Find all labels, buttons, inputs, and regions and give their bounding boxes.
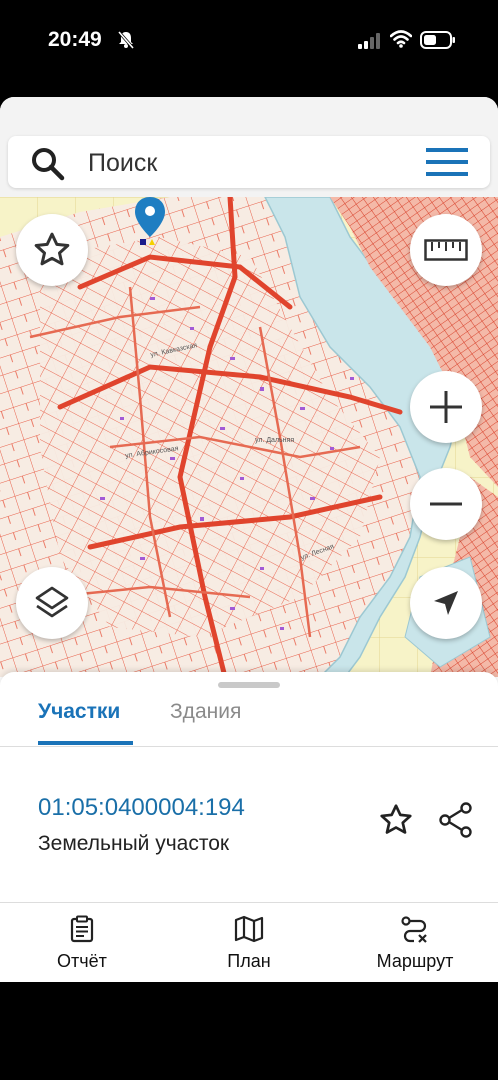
- layers-button[interactable]: [16, 567, 88, 639]
- tab-bar: Участки Здания: [0, 694, 498, 747]
- street-label: ул. Дальняя: [255, 437, 295, 444]
- search-icon[interactable]: [30, 146, 66, 182]
- status-bar: 20:49: [0, 0, 498, 80]
- tab-buildings[interactable]: Здания: [170, 700, 241, 724]
- navigation-arrow-icon: [434, 591, 458, 615]
- app-window: ул. Кавказская ул. Абрикосовая ул. Дальн…: [0, 97, 498, 982]
- plus-icon: [430, 391, 462, 423]
- bottom-navigation: Отчёт План Маршрут: [0, 907, 498, 982]
- route-icon: [401, 916, 427, 943]
- nav-report[interactable]: Отчёт: [22, 915, 142, 972]
- report-icon: [70, 915, 94, 943]
- ruler-icon: [424, 239, 468, 261]
- map-view[interactable]: ул. Кавказская ул. Абрикосовая ул. Дальн…: [0, 197, 498, 677]
- signal-icon: [358, 33, 380, 49]
- minus-icon: [430, 502, 462, 506]
- parcel-list-item[interactable]: 01:05:0400004:194 Земельный участок: [0, 752, 498, 902]
- nav-plan-label: План: [227, 951, 271, 971]
- star-icon: [34, 232, 70, 266]
- layers-icon: [35, 586, 69, 618]
- nav-route[interactable]: Маршрут: [355, 915, 475, 972]
- favorite-star-icon[interactable]: [378, 802, 414, 838]
- share-icon[interactable]: [438, 802, 474, 838]
- search-bar[interactable]: [8, 136, 490, 188]
- cadastral-number[interactable]: 01:05:0400004:194: [38, 794, 245, 822]
- nav-plan[interactable]: План: [189, 915, 309, 972]
- zoom-out-button[interactable]: [410, 468, 482, 540]
- zoom-in-button[interactable]: [410, 371, 482, 443]
- my-location-button[interactable]: [410, 567, 482, 639]
- bell-muted-icon: [117, 31, 135, 49]
- nav-report-label: Отчёт: [57, 951, 107, 971]
- favorites-button[interactable]: [16, 214, 88, 286]
- active-tab-indicator: [38, 741, 133, 745]
- sheet-drag-handle[interactable]: [218, 682, 280, 688]
- menu-icon[interactable]: [426, 148, 468, 176]
- battery-icon: [420, 31, 455, 49]
- map-plan-icon: [234, 915, 264, 943]
- wifi-icon: [390, 30, 412, 48]
- status-time: 20:49: [48, 28, 102, 51]
- nav-route-label: Маршрут: [376, 951, 454, 971]
- parcel-type: Земельный участок: [38, 832, 230, 855]
- divider: [0, 902, 498, 903]
- ruler-button[interactable]: [410, 214, 482, 286]
- search-input[interactable]: [86, 144, 410, 182]
- tab-parcels[interactable]: Участки: [38, 700, 120, 724]
